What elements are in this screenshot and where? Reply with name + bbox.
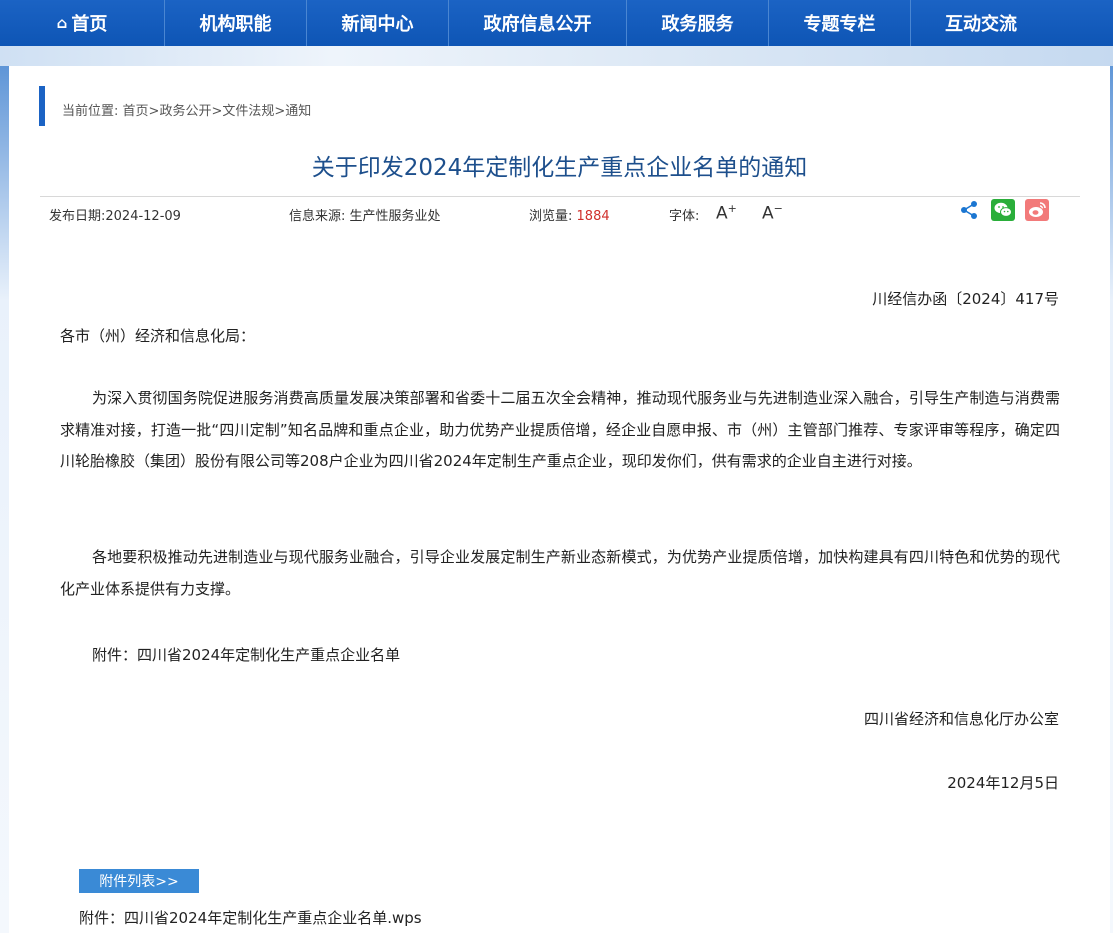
content-panel: 当前位置: 首页>政务公开>文件法规>通知 关于印发2024年定制化生产重点企业… bbox=[9, 66, 1110, 933]
share-icon[interactable] bbox=[959, 200, 979, 222]
source-label: 信息来源: bbox=[289, 209, 346, 224]
article-title: 关于印发2024年定制化生产重点企业名单的通知 bbox=[311, 155, 808, 181]
font-increase-button[interactable]: A+ bbox=[716, 202, 737, 224]
nav-item-institution[interactable]: 机构职能 bbox=[165, 0, 307, 46]
attachment-list-header: 附件列表>> bbox=[79, 869, 199, 893]
banner-strip bbox=[0, 46, 1113, 66]
font-increase-glyph: A bbox=[716, 203, 728, 224]
nav-item-label: 政府信息公开 bbox=[483, 14, 592, 35]
attachment-prefix: 附件： bbox=[79, 909, 125, 927]
breadcrumb-item-notice[interactable]: 通知 bbox=[285, 104, 311, 119]
info-source: 信息来源: 生产性服务业处 bbox=[289, 205, 441, 224]
nav-item-services[interactable]: 政务服务 bbox=[627, 0, 769, 46]
sign-date: 2024年12月5日 bbox=[947, 774, 1059, 792]
nav-item-label: 专题专栏 bbox=[803, 14, 876, 35]
source-value: 生产性服务业处 bbox=[349, 209, 441, 224]
top-nav: ⌂ 首页 机构职能 新闻中心 政府信息公开 政务服务 专题专栏 互动交流 bbox=[0, 0, 1113, 46]
nav-item-news[interactable]: 新闻中心 bbox=[307, 0, 449, 46]
signer: 四川省经济和信息化厅办公室 bbox=[863, 710, 1059, 728]
publish-date-label: 发布日期: bbox=[49, 209, 106, 224]
view-count: 浏览量: 1884 bbox=[529, 205, 610, 224]
breadcrumb: 当前位置: 首页>政务公开>文件法规>通知 bbox=[62, 100, 311, 119]
nav-item-label: 互动交流 bbox=[945, 14, 1017, 35]
title-divider bbox=[40, 196, 1080, 197]
home-icon: ⌂ bbox=[56, 14, 68, 32]
attachment-file-name[interactable]: 四川省2024年定制化生产重点企业名单.wps bbox=[124, 909, 422, 927]
font-size-label: 字体: bbox=[669, 209, 700, 224]
views-label: 浏览量: bbox=[529, 209, 573, 224]
nav-item-interaction[interactable]: 互动交流 bbox=[911, 0, 1051, 46]
publish-date-value: 2024-12-09 bbox=[105, 209, 181, 224]
breadcrumb-prefix: 当前位置: bbox=[62, 104, 119, 119]
breadcrumb-item-documents[interactable]: 文件法规 bbox=[222, 104, 274, 119]
document-number: 川经信办函〔2024〕417号 bbox=[872, 290, 1059, 308]
nav-item-label: 首页 bbox=[71, 14, 108, 35]
publish-date: 发布日期:2024-12-09 bbox=[49, 205, 181, 224]
plus-icon: + bbox=[727, 202, 737, 215]
attachment-file-link[interactable]: 附件：四川省2024年定制化生产重点企业名单.wps bbox=[79, 907, 422, 928]
breadcrumb-separator: > bbox=[274, 104, 286, 119]
breadcrumb-separator: > bbox=[148, 104, 160, 119]
font-decrease-button[interactable]: A− bbox=[762, 202, 783, 224]
nav-item-gov-info[interactable]: 政府信息公开 bbox=[449, 0, 627, 46]
salutation: 各市（州）经济和信息化局： bbox=[60, 327, 256, 345]
nav-item-topics[interactable]: 专题专栏 bbox=[769, 0, 911, 46]
wechat-icon[interactable] bbox=[991, 199, 1015, 221]
font-decrease-glyph: A bbox=[762, 203, 774, 224]
breadcrumb-separator: > bbox=[211, 104, 223, 119]
breadcrumb-item-gov-affairs[interactable]: 政务公开 bbox=[159, 104, 211, 119]
minus-icon: − bbox=[773, 202, 783, 215]
article-paragraph-1: 为深入贯彻国务院促进服务消费高质量发展决策部署和省委十二届五次全会精神，推动现代… bbox=[60, 389, 1060, 470]
article-paragraph-2: 各地要积极推动先进制造业与现代服务业融合，引导企业发展定制生产新业态新模式，为优… bbox=[60, 548, 1060, 598]
breadcrumb-item-home[interactable]: 首页 bbox=[123, 104, 149, 119]
nav-item-label: 机构职能 bbox=[199, 14, 272, 35]
attachment-note: 附件：四川省2024年定制化生产重点企业名单 bbox=[92, 646, 401, 664]
nav-item-label: 新闻中心 bbox=[341, 14, 414, 35]
nav-item-home[interactable]: ⌂ 首页 bbox=[0, 0, 165, 46]
weibo-icon[interactable] bbox=[1025, 199, 1049, 221]
breadcrumb-accent bbox=[39, 86, 45, 126]
views-value: 1884 bbox=[576, 209, 610, 224]
nav-item-label: 政务服务 bbox=[661, 14, 734, 35]
